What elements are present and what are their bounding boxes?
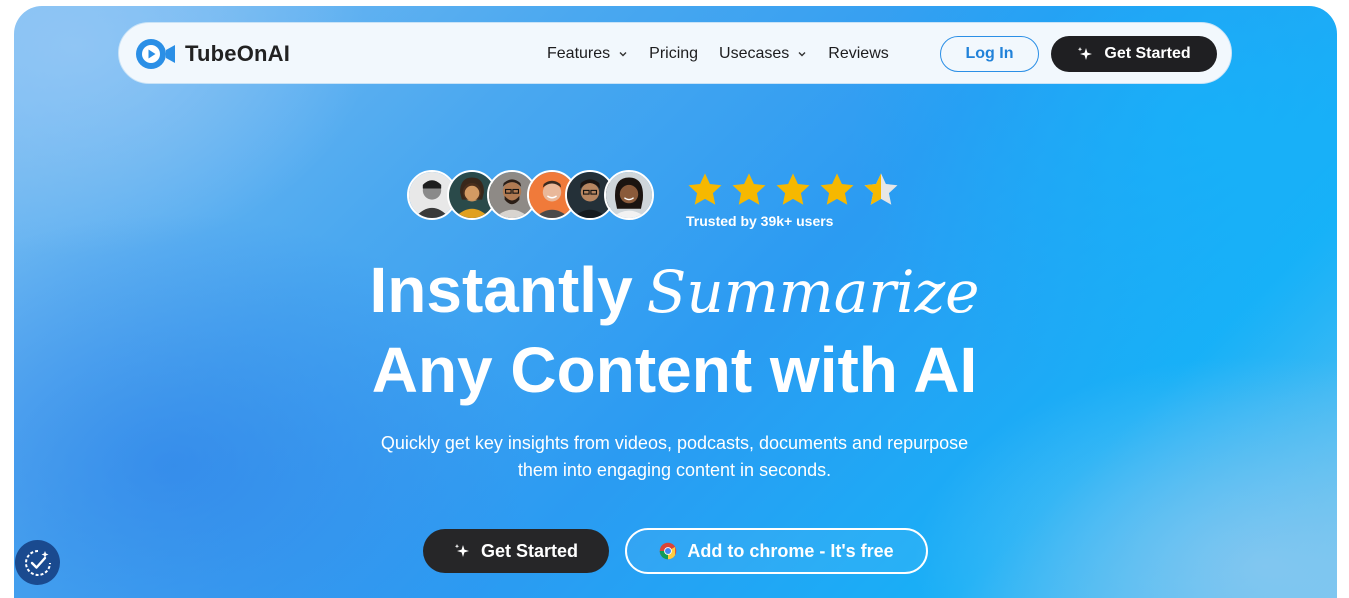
half-star-icon [864, 173, 898, 205]
hero-get-started-button[interactable]: Get Started [423, 529, 609, 573]
nav-get-started-button[interactable]: Get Started [1051, 36, 1217, 72]
top-navbar: TubeOnAI Features Pricing Usecases Revie… [118, 22, 1232, 84]
nav-item-label: Features [547, 45, 611, 62]
star-icon [732, 173, 766, 205]
nav-links: Features Pricing Usecases Reviews [547, 23, 910, 85]
subtitle-line-2: them into engaging content in seconds. [517, 460, 832, 480]
brand-name: TubeOnAI [185, 41, 291, 66]
sparkle-icon [1078, 47, 1093, 60]
chevron-down-icon [619, 52, 627, 57]
nav-get-started-label: Get Started [1104, 45, 1191, 62]
add-to-chrome-button[interactable]: Add to chrome - It's free [625, 528, 928, 574]
nav-item-label: Usecases [719, 45, 790, 62]
rating-stars [686, 171, 906, 209]
login-button[interactable]: Log In [940, 36, 1039, 72]
star-icon [820, 173, 854, 205]
headline-accent: Summarize [646, 258, 980, 326]
nav-item-pricing[interactable]: Pricing [649, 45, 698, 63]
headline-line-1: Instantly Summarize [0, 252, 1349, 330]
video-camera-icon [136, 39, 175, 69]
subtitle-line-1: Quickly get key insights from videos, po… [380, 433, 969, 453]
nav-item-usecases[interactable]: Usecases [719, 45, 807, 63]
hero-get-started-label: Get Started [480, 540, 579, 561]
hero-subtitle: Quickly get key insights from videos, po… [0, 430, 1349, 484]
cookie-consent-button[interactable] [15, 540, 60, 585]
star-icon [688, 173, 722, 205]
brand-logo[interactable]: TubeOnAI [135, 37, 290, 71]
sparkle-icon [454, 544, 469, 557]
cookie-consent-icon [24, 549, 51, 576]
headline-line-2: Any Content with AI [371, 334, 978, 406]
headline-instantly: Instantly [369, 254, 633, 326]
nav-item-features[interactable]: Features [547, 45, 628, 63]
user-avatars [392, 170, 654, 224]
nav-item-reviews[interactable]: Reviews [828, 45, 888, 63]
add-to-chrome-label: Add to chrome - It's free [687, 540, 894, 561]
avatar [604, 170, 654, 220]
chrome-icon [660, 542, 677, 560]
nav-item-label: Pricing [649, 45, 699, 62]
nav-item-label: Reviews [828, 45, 889, 62]
star-icon [776, 173, 810, 205]
trusted-by-text: Trusted by 39k+ users [686, 213, 834, 229]
chevron-down-icon [798, 52, 806, 57]
